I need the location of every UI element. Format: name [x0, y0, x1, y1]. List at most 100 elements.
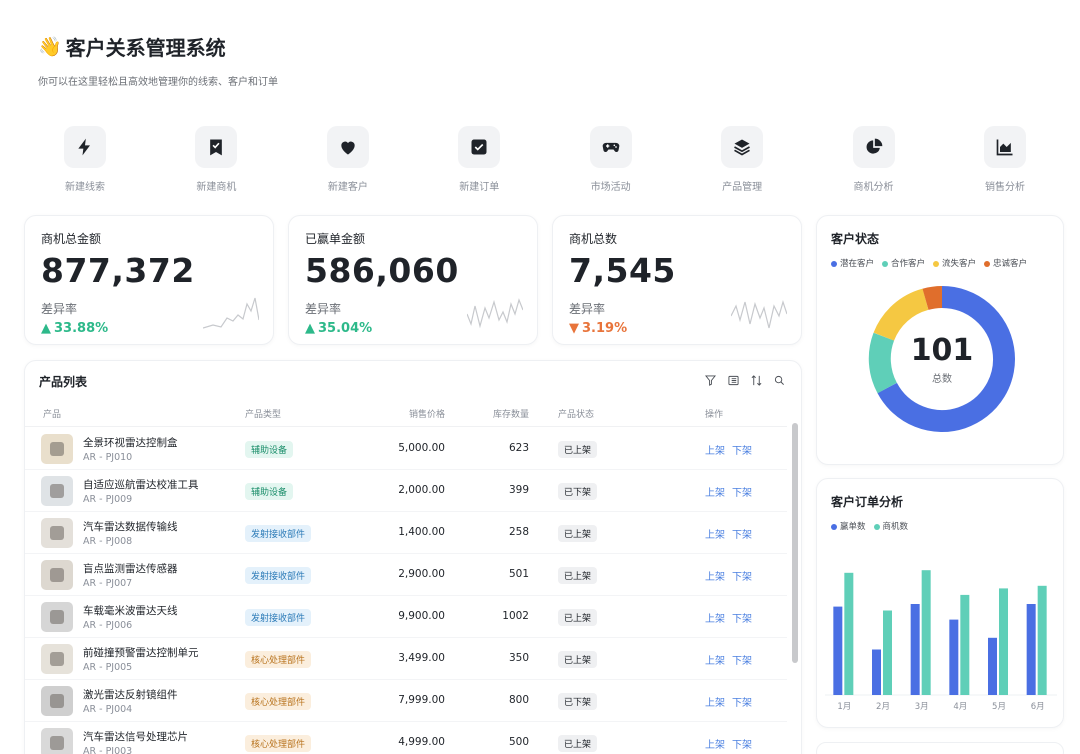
- legend-label: 合作客户: [891, 259, 926, 269]
- quick-action-opportunity-analysis[interactable]: 商机分析: [829, 126, 919, 193]
- bar-opportunity-1[interactable]: [844, 572, 854, 695]
- stat-value: 586,060: [305, 251, 459, 290]
- list-off-link[interactable]: 下架: [732, 568, 752, 583]
- quick-action-marketing[interactable]: 市场活动: [566, 126, 656, 193]
- legend-label: 赢单数: [840, 522, 866, 532]
- list-on-link[interactable]: 上架: [705, 652, 725, 667]
- list-off-link[interactable]: 下架: [732, 610, 752, 625]
- column-header-price: 销售价格: [409, 410, 446, 420]
- bar-opportunity-3[interactable]: [921, 570, 931, 695]
- bar-won-1[interactable]: [833, 606, 843, 695]
- legend-item[interactable]: 潜在客户: [831, 257, 874, 269]
- quick-action-label: 产品管理: [722, 182, 763, 193]
- customer-orders-chart: 1月 2月 3月 4月 5月 6月: [825, 570, 1057, 712]
- customer-total: 101: [910, 333, 974, 368]
- list-on-link[interactable]: 上架: [705, 442, 725, 457]
- product-stock: 800: [508, 694, 529, 706]
- bar-opportunity-5[interactable]: [999, 588, 1008, 695]
- product-stock: 1002: [502, 610, 529, 622]
- quick-action-label: 新建商机: [196, 182, 237, 193]
- product-price: 7,999.00: [398, 694, 445, 706]
- bar-won-6[interactable]: [1026, 604, 1036, 695]
- product-price: 9,900.00: [398, 610, 445, 622]
- list-on-link[interactable]: 上架: [705, 484, 725, 499]
- column-header-status: 产品状态: [558, 410, 595, 420]
- list-off-link[interactable]: 下架: [732, 652, 752, 667]
- table-row[interactable]: 激光雷达反射镜组件 AR - PJ004 核心处理部件 7,999.00 800 已下架 上…: [25, 680, 787, 722]
- x-tick-label: 5月: [992, 702, 1006, 712]
- product-price: 1,400.00: [398, 526, 445, 538]
- filter-icon[interactable]: [705, 375, 716, 386]
- product-thumbnail: [41, 476, 73, 506]
- list-off-link[interactable]: 下架: [732, 736, 752, 751]
- legend-label: 流失客户: [942, 259, 977, 269]
- stat-label: 商机总数: [569, 232, 618, 246]
- list-on-link[interactable]: 上架: [705, 526, 725, 541]
- stat-card-won-amount[interactable]: 已赢单金额 586,060 差异率 ▲ 35.04%: [288, 215, 538, 345]
- bar-opportunity-2[interactable]: [883, 610, 892, 696]
- product-status-badge: 已上架: [558, 651, 598, 668]
- product-code: AR - PJ003: [83, 746, 133, 754]
- product-thumbnail: [41, 644, 73, 674]
- legend-item[interactable]: 合作客户: [882, 257, 925, 269]
- sort-icon[interactable]: [751, 375, 762, 386]
- lightning-icon: [64, 126, 106, 168]
- bar-won-5[interactable]: [988, 637, 997, 695]
- product-list-title: 产品列表: [39, 375, 88, 389]
- table-row[interactable]: 盲点监测雷达传感器 AR - PJ007 发射接收部件 2,900.00 501 已上架 上…: [25, 554, 787, 596]
- list-off-link[interactable]: 下架: [732, 526, 752, 541]
- quick-action-sales-analysis[interactable]: 销售分析: [960, 126, 1050, 193]
- product-code: AR - PJ004: [83, 704, 133, 715]
- legend-label: 忠诚客户: [993, 259, 1028, 269]
- product-code: AR - PJ005: [83, 662, 133, 673]
- columns-icon[interactable]: [728, 375, 739, 386]
- legend-dot: [873, 523, 880, 530]
- table-row[interactable]: 汽车雷达信号处理芯片 AR - PJ003 核心处理部件 4,999.00 500 已上架…: [25, 722, 787, 754]
- list-off-link[interactable]: 下架: [732, 442, 752, 457]
- list-on-link[interactable]: 上架: [705, 610, 725, 625]
- product-name: 汽车雷达数据传输线: [83, 521, 178, 533]
- page-title-text: 客户关系管理系统: [65, 36, 226, 60]
- list-off-link[interactable]: 下架: [732, 694, 752, 709]
- legend-item[interactable]: 赢单数: [831, 520, 866, 532]
- quick-action-new-lead[interactable]: 新建线索: [40, 126, 130, 193]
- list-off-link[interactable]: 下架: [732, 484, 752, 499]
- table-row[interactable]: 前碰撞预警雷达控制单元 AR - PJ005 核心处理部件 3,499.00 350 已上…: [25, 638, 787, 680]
- legend-label: 潜在客户: [840, 259, 875, 269]
- quick-action-label: 市场活动: [590, 182, 631, 193]
- product-stock: 399: [508, 484, 529, 496]
- bar-won-3[interactable]: [910, 604, 920, 695]
- column-header-product: 产品: [43, 410, 62, 420]
- scrollbar[interactable]: [792, 423, 798, 663]
- quick-action-new-opportunity[interactable]: 新建商机: [171, 126, 261, 193]
- bar-won-2[interactable]: [872, 649, 881, 696]
- legend-item[interactable]: 流失客户: [933, 257, 976, 269]
- product-type-tag: 核心处理部件: [245, 693, 312, 710]
- customer-orders-legend: 赢单数 商机数: [831, 520, 1049, 532]
- quick-action-products[interactable]: 产品管理: [697, 126, 787, 193]
- stat-value: 7,545: [569, 251, 676, 290]
- quick-action-new-order[interactable]: 新建订单: [434, 126, 524, 193]
- quick-action-label: 新建线索: [65, 182, 105, 193]
- page-subtitle: 你可以在这里轻松且高效地管理你的线索、客户和订单: [38, 77, 278, 88]
- table-row[interactable]: 全景环视雷达控制盒 AR - PJ010 辅助设备 5,000.00 623 已上架 上架下…: [25, 428, 787, 470]
- stat-card-opportunity-amount[interactable]: 商机总金额 877,372 差异率 ▲ 33.88%: [24, 215, 274, 345]
- legend-item[interactable]: 忠诚客户: [984, 257, 1027, 269]
- table-row[interactable]: 车载毫米波雷达天线 AR - PJ006 发射接收部件 9,900.00 1002 已上架…: [25, 596, 787, 638]
- quick-action-new-customer[interactable]: 新建客户: [303, 126, 393, 193]
- stat-card-opportunity-count[interactable]: 商机总数 7,545 差异率 ▼ 3.19%: [552, 215, 802, 345]
- bar-opportunity-4[interactable]: [960, 594, 970, 695]
- search-icon[interactable]: [774, 375, 785, 386]
- list-on-link[interactable]: 上架: [705, 568, 725, 583]
- product-stock: 350: [508, 652, 529, 664]
- table-row[interactable]: 汽车雷达数据传输线 AR - PJ008 发射接收部件 1,400.00 258 已上架 上…: [25, 512, 787, 554]
- list-on-link[interactable]: 上架: [705, 694, 725, 709]
- bar-opportunity-6[interactable]: [1037, 585, 1047, 695]
- bookmark-check-icon: [195, 126, 238, 168]
- legend-item[interactable]: 商机数: [873, 520, 908, 532]
- list-on-link[interactable]: 上架: [705, 736, 725, 751]
- area-chart-icon: [983, 126, 1026, 168]
- legend-dot: [831, 523, 837, 530]
- table-row[interactable]: 自适应巡航雷达校准工具 AR - PJ009 辅助设备 2,000.00 399 已下架 上…: [25, 470, 787, 512]
- bar-won-4[interactable]: [949, 619, 959, 695]
